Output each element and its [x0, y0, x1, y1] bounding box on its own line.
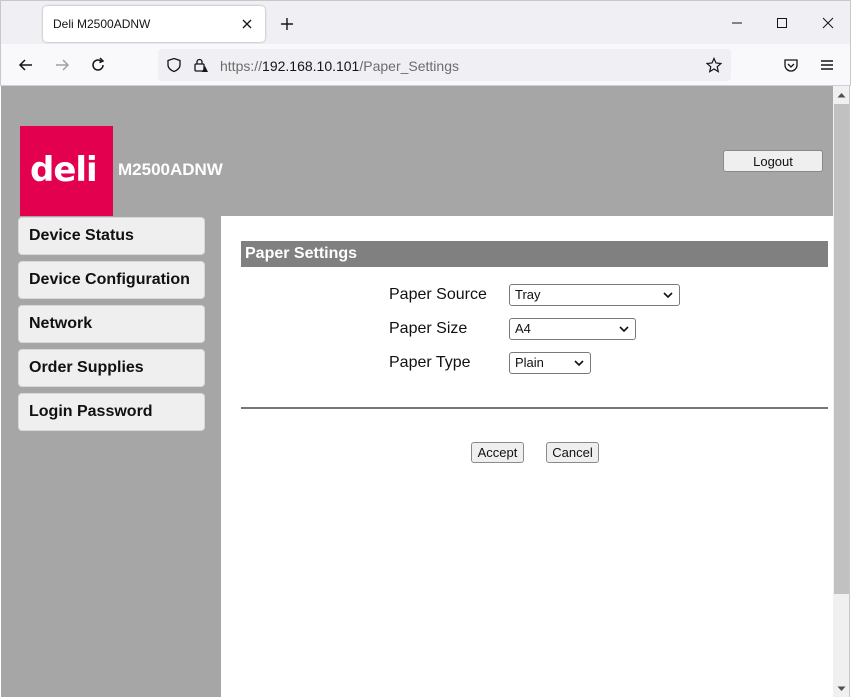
forward-arrow-icon[interactable]: [51, 54, 73, 76]
sidebar-item-order-supplies[interactable]: Order Supplies: [18, 349, 205, 387]
close-icon[interactable]: [237, 14, 257, 34]
model-name: M2500ADNW: [118, 160, 223, 179]
page-viewport: deli M2500ADNW Logout Device Status Devi…: [1, 86, 833, 697]
chevron-down-icon: [574, 360, 584, 367]
paper-source-value: Tray: [515, 287, 541, 302]
browser-nav-bar: https://192.168.10.101/Paper_Settings: [0, 44, 851, 86]
section-title: Paper Settings: [241, 241, 828, 267]
paper-type-row: Paper Type Plain: [389, 352, 789, 374]
paper-source-select[interactable]: Tray: [509, 284, 680, 306]
logout-button[interactable]: Logout: [723, 150, 823, 172]
chevron-down-icon: [663, 292, 673, 299]
paper-size-value: A4: [515, 321, 531, 336]
scroll-down-icon[interactable]: [833, 680, 850, 697]
accept-button[interactable]: Accept: [471, 442, 524, 463]
sidebar: Device Status Device Configuration Netwo…: [18, 217, 205, 437]
paper-type-value: Plain: [515, 355, 544, 370]
scroll-up-icon[interactable]: [833, 86, 850, 103]
back-arrow-icon[interactable]: [15, 54, 37, 76]
sidebar-item-device-status[interactable]: Device Status: [18, 217, 205, 255]
browser-tab-strip: Deli M2500ADNW: [0, 0, 851, 44]
main-content: Paper Settings Paper Source Tray Paper S…: [221, 216, 833, 697]
pocket-icon[interactable]: [780, 54, 802, 76]
shield-icon[interactable]: [165, 56, 183, 74]
url-bar[interactable]: https://192.168.10.101/Paper_Settings: [158, 49, 731, 81]
scrollbar-thumb[interactable]: [834, 104, 849, 594]
paper-size-label: Paper Size: [389, 320, 468, 337]
cancel-button[interactable]: Cancel: [546, 442, 599, 463]
paper-type-label: Paper Type: [389, 354, 471, 371]
url-text: https://192.168.10.101/Paper_Settings: [220, 58, 459, 74]
paper-type-select[interactable]: Plain: [509, 352, 591, 374]
reload-icon[interactable]: [87, 54, 109, 76]
sidebar-item-network[interactable]: Network: [18, 305, 205, 343]
chevron-down-icon: [619, 326, 629, 333]
tab-title: Deli M2500ADNW: [53, 17, 151, 31]
sidebar-item-login-password[interactable]: Login Password: [18, 393, 205, 431]
close-icon[interactable]: [816, 12, 840, 34]
lock-icon[interactable]: [191, 56, 209, 74]
divider: [241, 407, 828, 409]
menu-icon[interactable]: [816, 54, 838, 76]
browser-tab[interactable]: Deli M2500ADNW: [43, 6, 265, 42]
deli-logo: deli: [20, 126, 113, 216]
paper-size-row: Paper Size A4: [389, 318, 789, 340]
paper-size-select[interactable]: A4: [509, 318, 636, 340]
maximize-icon[interactable]: [770, 12, 794, 34]
paper-source-label: Paper Source: [389, 286, 487, 303]
minimize-icon[interactable]: [725, 12, 749, 34]
paper-source-row: Paper Source Tray: [389, 284, 789, 306]
plus-icon[interactable]: [276, 13, 298, 35]
star-icon[interactable]: [705, 56, 723, 74]
vertical-scrollbar[interactable]: [833, 86, 850, 697]
sidebar-item-device-configuration[interactable]: Device Configuration: [18, 261, 205, 299]
